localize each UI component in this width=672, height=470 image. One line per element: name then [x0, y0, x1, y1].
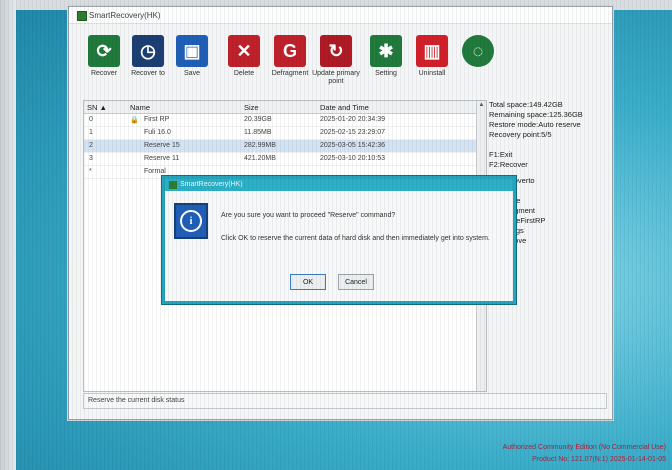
uninstall-button[interactable]: ▥ Uninstall: [407, 35, 457, 78]
recover-button[interactable]: ⟳ Recover: [79, 35, 129, 78]
row-sn: 0: [89, 116, 93, 123]
table-row[interactable]: 0 🔒 First RP 20.39GB 2025-01-20 20:34:39: [84, 114, 476, 127]
row-size: 11.85MB: [244, 129, 272, 136]
window-title: SmartRecovery(HK): [89, 11, 161, 20]
ok-button[interactable]: OK: [290, 274, 326, 290]
recover-to-button[interactable]: ◷ Recover to: [123, 35, 173, 78]
list-header: SN ▲ Name Size Date and Time: [84, 101, 486, 114]
row-sn: 1: [89, 129, 93, 136]
recover-to-icon: ◷: [132, 35, 164, 67]
product-number-watermark: Product No: 121.07(N:1) 2025-01-14-01-05: [532, 456, 666, 463]
header-sn[interactable]: SN ▲: [87, 103, 107, 112]
table-row[interactable]: 2 Reserve 15 282.99MB 2025-03-05 15:42:3…: [84, 140, 476, 153]
lock-icon: 🔒: [130, 117, 139, 124]
confirm-dialog: SmartRecovery(HK) i Are you sure you wan…: [162, 176, 516, 304]
cancel-button[interactable]: Cancel: [338, 274, 374, 290]
uninstall-label: Uninstall: [418, 70, 446, 77]
defragment-button[interactable]: G Defragment: [265, 35, 315, 78]
row-sn: 3: [89, 155, 93, 162]
delete-icon: ✕: [228, 35, 260, 67]
header-size[interactable]: Size: [244, 103, 259, 112]
row-size: 421.20MB: [244, 155, 276, 162]
defragment-icon: G: [274, 35, 306, 67]
setting-button[interactable]: ✱ Setting: [361, 35, 411, 78]
recover-to-label: Recover to: [131, 70, 165, 77]
row-name: First RP: [144, 116, 170, 123]
row-name: Fuli 16.0: [144, 129, 171, 136]
status-bar: Reserve the current disk status: [83, 393, 607, 409]
row-size: 20.39GB: [244, 116, 272, 123]
title-bar: SmartRecovery(HK): [69, 7, 612, 24]
recover-icon: ⟳: [88, 35, 120, 67]
row-datetime: 2025-03-05 15:42:36: [320, 142, 385, 149]
toolbar: ⟳ Recover ◷ Recover to ▣ Save ✕ Delete G…: [79, 35, 599, 97]
header-name[interactable]: Name: [130, 103, 150, 112]
remaining-space: Remaining space:125.36GB: [489, 110, 583, 119]
edition-watermark: Authorized Community Edition (No Commerc…: [502, 444, 666, 451]
setting-label: Setting: [375, 70, 397, 77]
row-datetime: 2025-03-10 20:10:53: [320, 155, 385, 162]
row-datetime: 2025-01-20 20:34:39: [320, 116, 385, 123]
status-text: Reserve the current disk status: [88, 397, 185, 404]
delete-label: Delete: [233, 70, 255, 77]
update-primary-point-button[interactable]: ↻ Update primary point: [311, 35, 361, 86]
row-datetime: 2025-02-15 23:29:07: [320, 129, 385, 136]
update-primary-point-icon: ↻: [320, 35, 352, 67]
more-button[interactable]: ◌: [453, 35, 503, 70]
dialog-question: Are you sure you want to proceed "Reserv…: [221, 212, 396, 219]
table-row[interactable]: 1 Fuli 16.0 11.85MB 2025-02-15 23:29:07: [84, 127, 476, 140]
app-logo-icon: [169, 181, 177, 189]
row-sn: *: [89, 168, 92, 175]
scroll-up-icon[interactable]: ▲: [478, 102, 485, 110]
row-name: Formal: [144, 168, 166, 175]
info-icon: i: [174, 203, 208, 239]
row-name: Reserve 15: [144, 142, 180, 149]
restore-mode: Restore mode:Auto reserve: [489, 120, 581, 129]
monitor-bezel-left: [0, 0, 16, 470]
hotkey-exit: F1:Exit: [489, 150, 513, 159]
dialog-title: SmartRecovery(HK): [180, 181, 243, 188]
row-name: Reserve 11: [144, 155, 180, 162]
app-logo-icon: [77, 11, 87, 21]
header-datetime[interactable]: Date and Time: [320, 103, 369, 112]
save-icon: ▣: [176, 35, 208, 67]
delete-button[interactable]: ✕ Delete: [219, 35, 269, 78]
save-label: Save: [184, 70, 200, 77]
save-button[interactable]: ▣ Save: [167, 35, 217, 78]
recovery-point-count: Recovery point:5/5: [489, 130, 552, 139]
defragment-label: Defragment: [271, 70, 309, 77]
table-row[interactable]: 3 Reserve 11 421.20MB 2025-03-10 20:10:5…: [84, 153, 476, 166]
hotkey-recover: F2:Recover: [489, 160, 528, 169]
update-primary-point-label: Update primary point: [312, 70, 360, 85]
total-space: Total space:149.42GB: [489, 100, 563, 109]
dialog-title-bar[interactable]: SmartRecovery(HK): [165, 179, 513, 191]
more-icon: ◌: [462, 35, 494, 67]
row-sn: 2: [89, 142, 93, 149]
dialog-message: Click OK to reserve the current data of …: [221, 235, 490, 242]
row-size: 282.99MB: [244, 142, 276, 149]
setting-icon: ✱: [370, 35, 402, 67]
uninstall-icon: ▥: [416, 35, 448, 67]
recover-label: Recover: [90, 70, 118, 77]
